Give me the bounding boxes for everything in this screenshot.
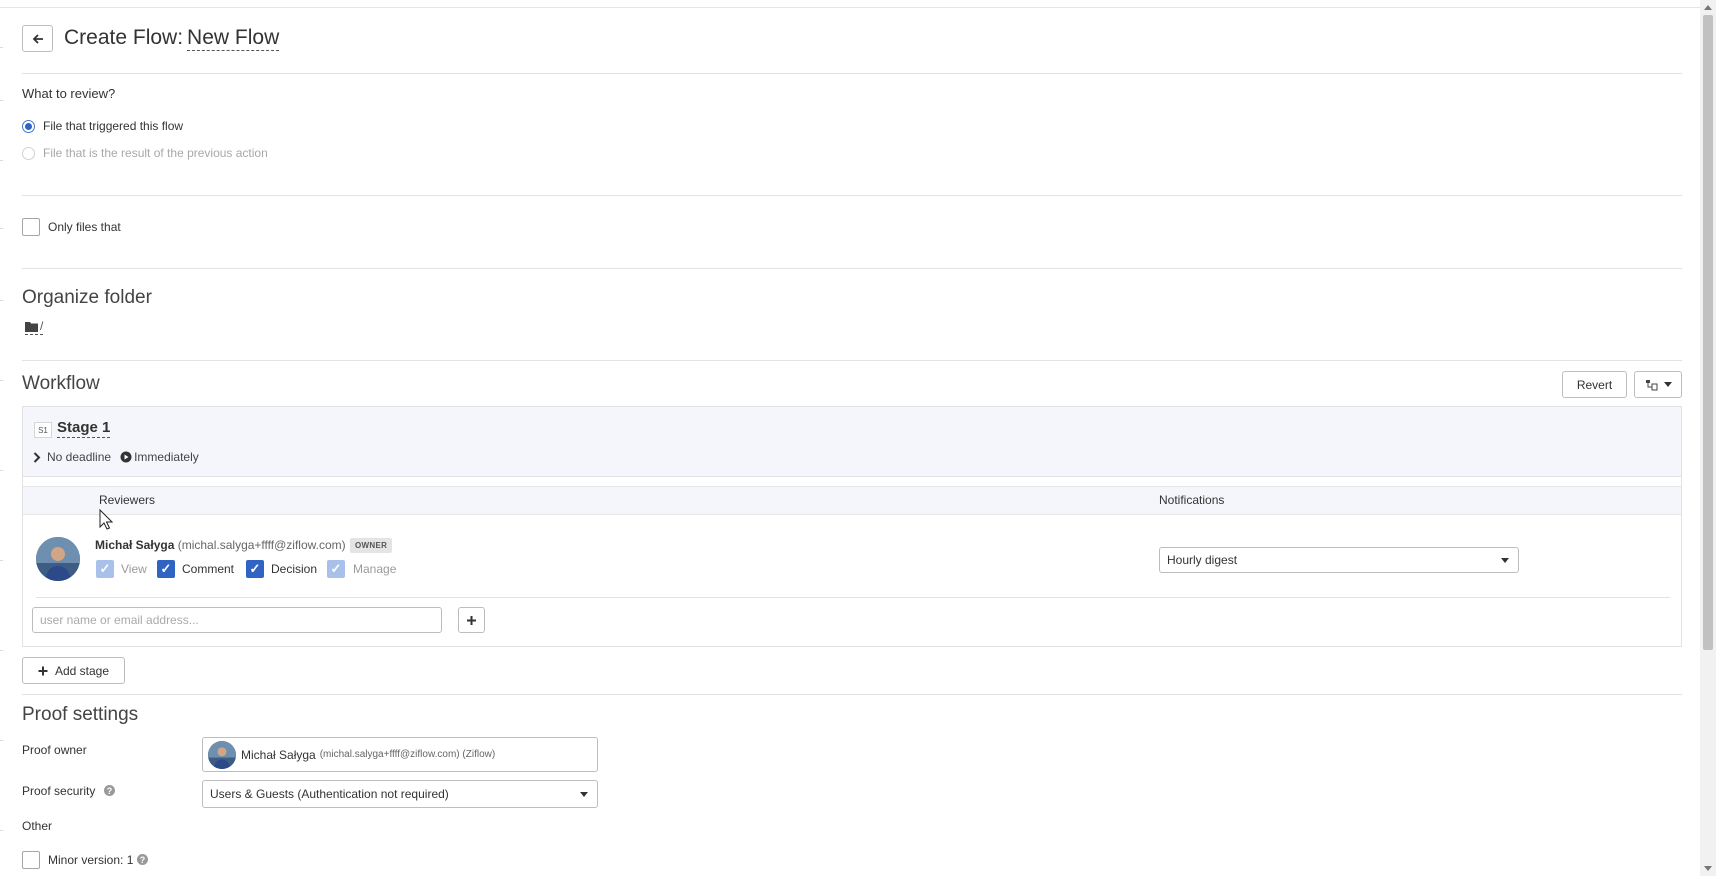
caret-down-icon (1501, 558, 1509, 563)
owner-avatar (208, 740, 236, 769)
proof-settings-title: Proof settings (22, 704, 139, 725)
stage-deadline-row[interactable]: No deadline Immediately (33, 450, 199, 464)
divider (22, 73, 1682, 74)
divider (22, 195, 1682, 196)
proof-owner-label: Proof owner (22, 743, 87, 757)
plus-icon (38, 666, 48, 675)
divider (22, 268, 1682, 269)
radio-previous-result-label: File that is the result of the previous … (43, 146, 268, 160)
manage-permission-checkbox: ✓ (327, 560, 345, 578)
top-strip (0, 0, 1700, 8)
proof-owner-name: Michał Sałyga (241, 747, 316, 762)
add-stage-button[interactable]: Add stage (22, 657, 125, 684)
stage-badge: S1 (34, 422, 52, 438)
reviewers-table-header: Reviewers Notifications (23, 486, 1681, 515)
scroll-up-icon[interactable] (1704, 5, 1712, 10)
add-reviewer-button[interactable] (458, 607, 485, 633)
workflow-template-dropdown[interactable] (1634, 371, 1682, 398)
what-to-review-heading: What to review? (22, 86, 116, 101)
question-circle-icon[interactable]: ? (104, 785, 115, 796)
workflow-title: Workflow (22, 373, 100, 394)
radio-previous-result (22, 147, 35, 160)
decision-permission-checkbox[interactable]: ✓ (246, 560, 264, 578)
plus-icon (467, 615, 476, 625)
caret-down-icon (580, 792, 588, 797)
page-title: Create Flow: New Flow (64, 26, 280, 51)
radio-triggered-file[interactable] (22, 120, 35, 133)
scroll-down-icon[interactable] (1704, 866, 1712, 871)
proof-owner-field[interactable]: Michał Sałyga (michal.salyga+ffff@ziflow… (202, 737, 598, 772)
reviewers-column-header: Reviewers (99, 493, 156, 507)
only-files-checkbox[interactable] (22, 218, 40, 236)
reviewer-avatar (36, 537, 80, 581)
title-prefix: Create Flow: (64, 26, 184, 49)
add-stage-label: Add stage (54, 663, 110, 678)
start-text: Immediately (134, 450, 199, 464)
notifications-column-header: Notifications (1159, 493, 1225, 507)
manage-permission-label: Manage (353, 562, 397, 576)
comment-permission-label[interactable]: Comment (182, 562, 234, 576)
deadline-text: No deadline (47, 450, 112, 464)
template-icon (1645, 379, 1657, 390)
row-divider (36, 597, 1670, 598)
only-files-label[interactable]: Only files that (48, 220, 121, 234)
view-permission-label: View (121, 562, 147, 576)
stage-name-editable[interactable]: Stage 1 (57, 419, 111, 438)
add-reviewer-input[interactable]: user name or email address... (32, 607, 442, 633)
proof-security-label: Proof security (22, 784, 96, 798)
owner-badge: OWNER (350, 538, 393, 553)
stage-card: S1 Stage 1 No deadline Immediately Revie… (22, 406, 1682, 647)
reviewer-identity: Michał Sałyga (michal.salyga+ffff@ziflow… (95, 538, 346, 552)
divider (22, 360, 1682, 361)
reviewer-email: (michal.salyga+ffff@ziflow.com) (177, 538, 346, 552)
proof-security-select[interactable]: Users & Guests (Authentication not requi… (202, 780, 598, 808)
arrow-left-icon (32, 33, 43, 44)
chevron-right-icon (33, 451, 41, 463)
folder-path-selector[interactable]: / (25, 319, 44, 335)
back-button[interactable] (22, 25, 53, 52)
proof-security-value: Users & Guests (Authentication not requi… (210, 787, 449, 801)
caret-down-icon (1663, 382, 1672, 387)
radio-triggered-file-label[interactable]: File that triggered this flow (43, 119, 183, 133)
revert-button[interactable]: Revert (1562, 371, 1627, 398)
proof-owner-detail: (michal.salyga+ffff@ziflow.com) (Ziflow) (319, 749, 496, 760)
decision-permission-label[interactable]: Decision (271, 562, 317, 576)
view-permission-checkbox: ✓ (96, 560, 114, 578)
play-circle-icon (120, 451, 132, 463)
minor-version-label[interactable]: Minor version: 1 (48, 853, 133, 867)
create-flow-page: Create Flow: New Flow What to review? Fil… (0, 0, 1700, 876)
organize-folder-title: Organize folder (22, 287, 152, 308)
minor-version-checkbox[interactable] (22, 851, 40, 869)
left-edge-marks (0, 0, 3, 876)
comment-permission-checkbox[interactable]: ✓ (157, 560, 175, 578)
other-label: Other (22, 819, 53, 833)
vertical-scrollbar[interactable] (1700, 0, 1716, 876)
mouse-pointer-icon (99, 509, 113, 530)
folder-icon (25, 321, 38, 332)
divider (22, 694, 1682, 695)
flow-name-editable[interactable]: New Flow (187, 26, 280, 51)
notification-frequency-select[interactable]: Hourly digest (1159, 547, 1519, 573)
scrollbar-thumb[interactable] (1703, 15, 1713, 650)
notification-frequency-value: Hourly digest (1167, 553, 1238, 567)
stage-header: S1 Stage 1 No deadline Immediately (23, 407, 1681, 477)
question-circle-icon[interactable]: ? (137, 854, 148, 865)
reviewer-name: Michał Sałyga (95, 538, 175, 552)
folder-path: / (40, 319, 44, 333)
person-photo-icon (208, 740, 236, 769)
person-photo-icon (36, 537, 80, 581)
